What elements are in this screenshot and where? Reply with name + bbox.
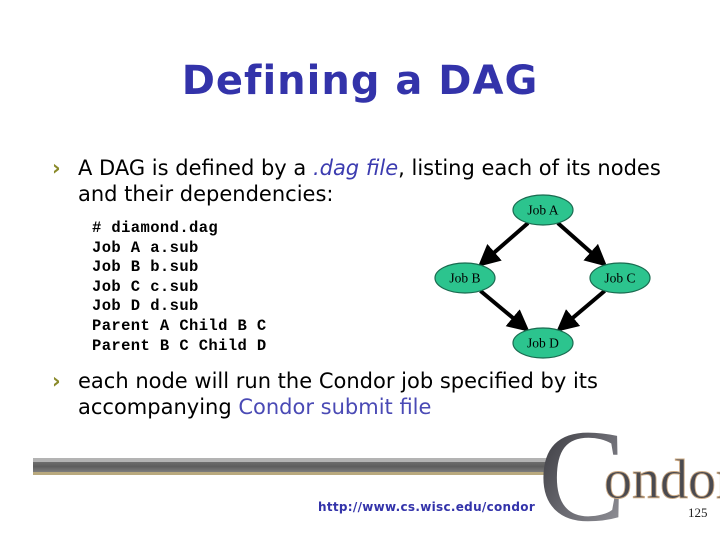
dag-edge-c-d xyxy=(556,289,607,332)
bullet-1-segment-0: A DAG is defined by a xyxy=(78,156,313,180)
dag-node-b[interactable]: Job B xyxy=(434,262,496,294)
dag-node-label: Job A xyxy=(527,203,558,218)
footer-url[interactable]: http://www.cs.wisc.edu/condor xyxy=(318,500,535,514)
page-title: Defining a DAG xyxy=(181,58,539,104)
bullet-2-segment-1: Condor submit file xyxy=(238,395,432,419)
condor-logo-word: ondor xyxy=(604,449,720,511)
bullet-marker-icon: › xyxy=(52,156,61,180)
dag-edge-a-b xyxy=(477,221,530,267)
slide-canvas: Defining a DAG › A DAG is defined by a .… xyxy=(0,0,720,540)
page-number: 125 xyxy=(688,505,708,520)
bullet-text-2: each node will run the Condor job specif… xyxy=(78,368,672,420)
bar-body xyxy=(33,462,548,472)
dag-edge-group xyxy=(477,221,608,332)
dag-node-label: Job D xyxy=(527,336,559,351)
dag-node-d[interactable]: Job D xyxy=(512,327,574,359)
dag-node-c[interactable]: Job C xyxy=(589,262,651,294)
dag-node-label: Job C xyxy=(604,271,635,286)
bullet-marker-icon: › xyxy=(52,369,61,393)
bullet-1-segment-1: .dag file xyxy=(312,156,399,180)
dag-node-label: Job B xyxy=(449,271,480,286)
dag-diagram: Job A Job B Job C Job D xyxy=(420,190,680,370)
dag-file-code-block: # diamond.dag Job A a.sub Job B b.sub Jo… xyxy=(92,219,267,355)
dag-node-a[interactable]: Job A xyxy=(512,194,574,226)
dag-edge-b-d xyxy=(479,289,530,332)
decorative-bar xyxy=(33,458,548,476)
bar-shadow xyxy=(33,472,548,475)
dag-node-group: Job A Job B Job C Job D xyxy=(434,194,651,359)
bullet-item-2: › each node will run the Condor job spec… xyxy=(52,368,672,420)
dag-edge-a-c xyxy=(556,221,608,267)
